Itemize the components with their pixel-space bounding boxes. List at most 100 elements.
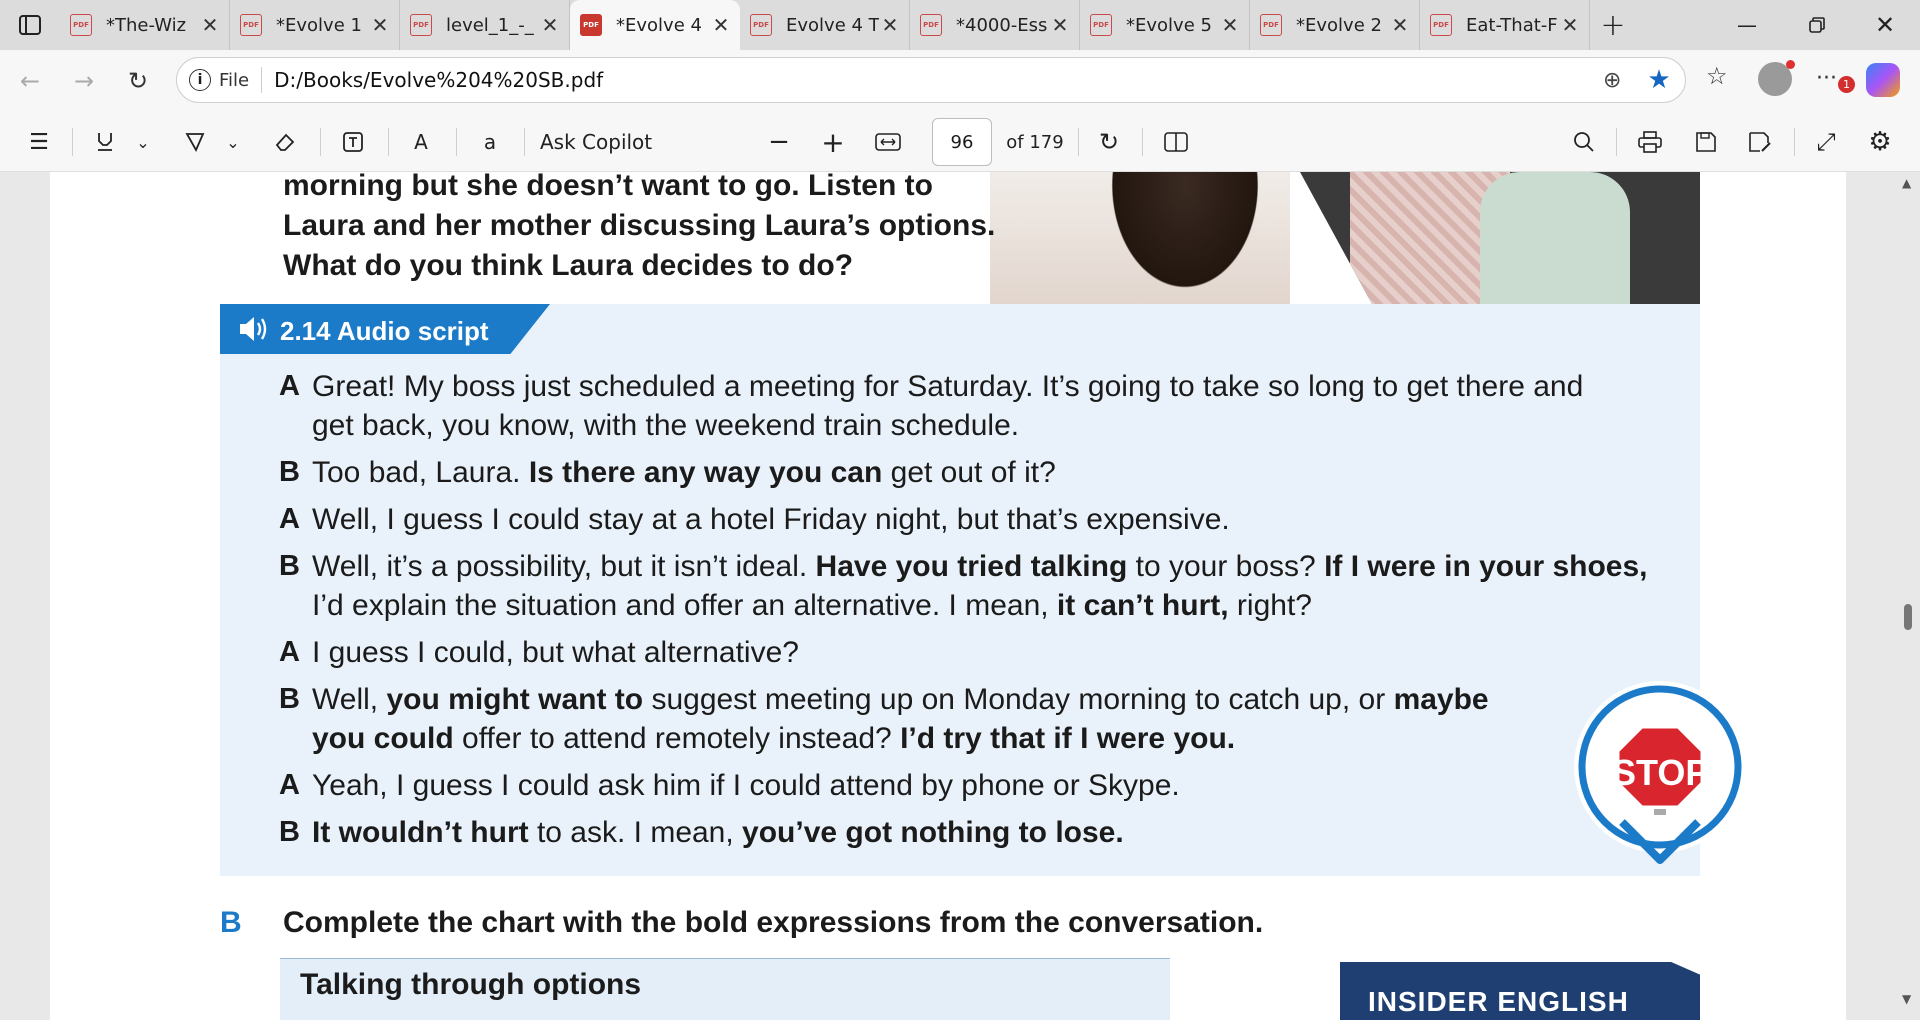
tab-label: level_1_-_: [446, 14, 534, 36]
profile-avatar[interactable]: [1758, 60, 1795, 96]
save-as-icon[interactable]: [1742, 124, 1778, 160]
pdf-file-icon: PDF: [580, 14, 602, 36]
tab-close-icon[interactable]: ✕: [199, 13, 221, 37]
tab-label: Evolve 4 T: [786, 14, 879, 36]
back-button[interactable]: ←: [10, 61, 50, 101]
print-icon[interactable]: [1632, 124, 1668, 160]
contents-icon[interactable]: ☰: [22, 124, 56, 160]
forward-button[interactable]: →: [64, 61, 104, 101]
dialogue-line: Yeah, I guess I could ask him if I could…: [312, 769, 1180, 803]
page-view-icon[interactable]: [1158, 124, 1194, 160]
draw-dropdown-icon[interactable]: ⌄: [218, 124, 248, 160]
bold-expression: It wouldn’t hurt: [312, 816, 529, 849]
dialogue-line: Great! My boss just scheduled a meeting …: [312, 370, 1583, 404]
url-text: D:/Books/Evolve%204%20SB.pdf: [274, 68, 604, 92]
tab-2[interactable]: PDF level_1_-_ ✕: [400, 0, 570, 50]
tab-8[interactable]: PDF Eat-That-F ✕: [1420, 0, 1590, 50]
more-menu-icon[interactable]: ··· 1: [1816, 66, 1855, 93]
copilot-icon[interactable]: [1866, 63, 1900, 97]
dialogue-text: Well, it’s a possibility, but it isn’t i…: [312, 550, 816, 583]
vertical-scrollbar[interactable]: ▲ ▼: [1898, 172, 1918, 1020]
instruction-bold: bold: [684, 906, 749, 939]
tab-close-icon[interactable]: ✕: [879, 13, 901, 37]
zoom-out-icon[interactable]: −: [762, 124, 796, 160]
page-total: of 179: [1006, 131, 1064, 153]
scroll-thumb[interactable]: [1904, 604, 1912, 630]
tab-0[interactable]: PDF *The-Wiz ✕: [60, 0, 230, 50]
tab-5[interactable]: PDF *4000-Ess ✕: [910, 0, 1080, 50]
rotate-icon[interactable]: ↻: [1092, 124, 1126, 160]
favorites-icon[interactable]: ☆: [1706, 62, 1728, 90]
fit-width-icon[interactable]: [870, 124, 906, 160]
read-aloud-icon[interactable]: A: [404, 124, 438, 160]
draw-icon[interactable]: [178, 124, 212, 160]
close-window-button[interactable]: ✕: [1850, 0, 1920, 50]
tab-3[interactable]: PDF *Evolve 4 ✕: [570, 0, 740, 50]
dialogue-text: offer to attend remotely instead?: [453, 722, 901, 755]
tab-6[interactable]: PDF *Evolve 5 ✕: [1080, 0, 1250, 50]
tab-close-icon[interactable]: ✕: [369, 13, 391, 37]
fullscreen-icon[interactable]: ⤢: [1808, 124, 1844, 160]
file-label: File: [219, 69, 250, 91]
url-field[interactable]: i File D:/Books/Evolve%204%20SB.pdf ⊕ ★: [176, 57, 1686, 103]
translate-icon[interactable]: a: [470, 124, 510, 160]
tab-1[interactable]: PDF *Evolve 1 ✕: [230, 0, 400, 50]
minimize-button[interactable]: —: [1712, 0, 1782, 50]
pdf-file-icon: PDF: [920, 14, 942, 36]
divider: [1794, 128, 1795, 156]
dialogue-text: to ask. I mean,: [528, 816, 743, 849]
favorite-star-icon[interactable]: ★: [1633, 65, 1685, 95]
intro-text: morning but she doesn’t want to go. List…: [283, 172, 995, 286]
speaker-label: B: [279, 550, 300, 582]
divider: [1142, 128, 1143, 156]
highlight-icon[interactable]: [88, 124, 122, 160]
intro-line: What do you think Laura decides to do?: [283, 249, 854, 282]
page-number-input[interactable]: 96: [932, 118, 992, 166]
speaker-label: B: [279, 456, 300, 488]
tab-close-icon[interactable]: ✕: [1389, 13, 1411, 37]
dialogue-text: get back, you know, with the weekend tra…: [312, 409, 1020, 442]
notification-badge: 1: [1838, 76, 1855, 93]
dialogue-text: Great! My boss just scheduled a meeting …: [312, 370, 1584, 403]
pdf-viewport[interactable]: morning but she doesn’t want to go. List…: [0, 172, 1920, 1020]
refresh-button[interactable]: ↻: [118, 61, 158, 101]
save-icon[interactable]: [1688, 124, 1724, 160]
info-icon[interactable]: i: [189, 69, 211, 91]
bold-expression: If I were in your shoes,: [1324, 550, 1648, 583]
divider: [72, 128, 73, 156]
tab-7[interactable]: PDF *Evolve 2 ✕: [1250, 0, 1420, 50]
divider: [261, 67, 263, 93]
tab-close-icon[interactable]: ✕: [710, 13, 732, 37]
new-tab-button[interactable]: +: [1590, 0, 1636, 50]
zoom-in-icon[interactable]: +: [816, 124, 850, 160]
section-b-instruction: Complete the chart with the bold express…: [283, 906, 1263, 940]
tab-actions-icon[interactable]: [0, 0, 60, 50]
tab-close-icon[interactable]: ✕: [539, 13, 561, 37]
find-icon[interactable]: [1566, 124, 1602, 160]
speaker-label: A: [279, 769, 300, 801]
bold-expression: maybe: [1393, 683, 1489, 716]
dialogue-line: Too bad, Laura. Is there any way you can…: [312, 456, 1056, 490]
settings-gear-icon[interactable]: ⚙: [1862, 124, 1898, 160]
restore-button[interactable]: [1782, 0, 1852, 50]
pdf-file-icon: PDF: [1430, 14, 1452, 36]
tab-close-icon[interactable]: ✕: [1219, 13, 1241, 37]
eraser-icon[interactable]: [268, 124, 302, 160]
tab-4[interactable]: PDF Evolve 4 T ✕: [740, 0, 910, 50]
zoom-icon[interactable]: ⊕: [1603, 68, 1633, 93]
speaker-label: B: [279, 816, 300, 848]
pdf-file-icon: PDF: [240, 14, 262, 36]
tab-close-icon[interactable]: ✕: [1049, 13, 1071, 37]
divider: [456, 128, 457, 156]
highlight-dropdown-icon[interactable]: ⌄: [128, 124, 158, 160]
intro-line: morning but she doesn’t want to go. List…: [283, 172, 933, 202]
scroll-up-arrow[interactable]: ▲: [1902, 176, 1911, 190]
divider: [1616, 128, 1617, 156]
scroll-down-arrow[interactable]: ▼: [1902, 992, 1911, 1006]
divider: [388, 128, 389, 156]
tab-close-icon[interactable]: ✕: [1559, 13, 1581, 37]
ask-copilot-button[interactable]: Ask Copilot: [540, 124, 680, 160]
text-box-icon[interactable]: [336, 124, 370, 160]
tab-label: *The-Wiz: [106, 14, 187, 36]
dialogue-text: Yeah, I guess I could ask him if I could…: [312, 769, 1180, 802]
